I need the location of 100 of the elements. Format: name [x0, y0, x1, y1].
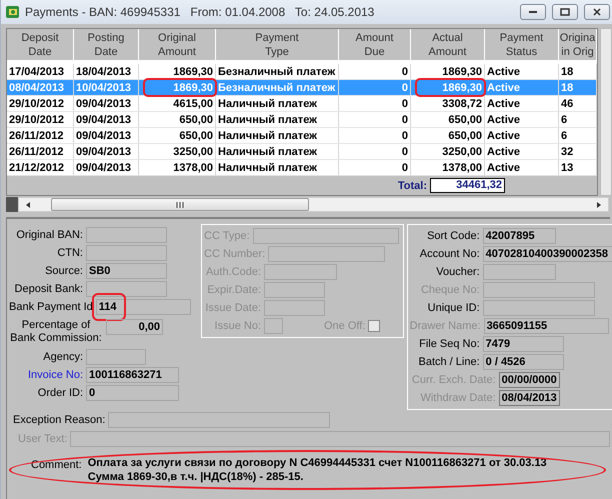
table-cell: 18	[561, 82, 574, 94]
input-field[interactable]	[86, 227, 167, 243]
input-field[interactable]	[86, 281, 167, 297]
table-cell: 0	[402, 66, 408, 78]
column-header[interactable]: Posting Date	[74, 29, 139, 61]
field-label: CTN:	[56, 247, 83, 259]
input-field[interactable]: 100116863271	[86, 367, 179, 383]
input-field[interactable]	[482, 264, 556, 280]
table-cell: Наличный платеж	[218, 130, 317, 142]
input-field[interactable]: 0 / 4526	[482, 354, 564, 370]
table-cell: Active	[487, 66, 520, 78]
input-field[interactable]: SB0	[86, 263, 167, 279]
table-cell: 1869,30	[173, 66, 213, 78]
table-cell: 21/12/2012	[9, 162, 64, 174]
table-cell: Безналичный платеж	[218, 82, 336, 94]
close-button[interactable]	[584, 4, 610, 20]
splitter-handle[interactable]	[6, 197, 18, 212]
table-cell: 650,00	[448, 114, 482, 126]
table-cell: 09/04/2013	[76, 130, 132, 142]
column-header[interactable]: Amount Due	[339, 29, 411, 61]
input-field[interactable]: 114	[96, 299, 191, 315]
table-row[interactable]: 26/11/2012 09/04/2013 650,00 Наличный платеж 0 650,00 Active 6	[7, 128, 597, 144]
table-cell: 09/04/2013	[76, 146, 132, 158]
table-row[interactable]: 17/04/2013 18/04/2013 1869,30 Безналичный платеж 0 1869,30 Active 18	[7, 64, 597, 80]
field-label: Batch / Line:	[418, 356, 480, 368]
column-header[interactable]: Origina in Orig	[559, 29, 597, 61]
input-field	[264, 282, 325, 298]
field-label: Bank Payment Id	[9, 301, 93, 313]
table-cell: 3250,00	[173, 146, 213, 158]
column-header[interactable]: Original Amount	[139, 29, 216, 61]
field-label: Sort Code:	[426, 230, 480, 242]
column-header[interactable]: Payment Type	[216, 29, 339, 61]
column-header[interactable]: Payment Status	[485, 29, 559, 61]
field-label: Voucher:	[435, 266, 480, 278]
table-cell: Active	[487, 114, 520, 126]
table-cell: 26/11/2012	[9, 146, 64, 158]
field-label: Agency:	[42, 351, 83, 363]
comment-text: Оплата за услуги связи по договору N C46994445331 счет N100116863271 от 30.03.13 Сумма 1869-30,в т.ч. |НДС(18%) - 285-15.	[88, 456, 548, 484]
table-cell: 32	[561, 146, 574, 158]
field-label: Source:	[44, 265, 83, 277]
maximize-button[interactable]	[552, 4, 578, 20]
table-row[interactable]: 26/11/2012 09/04/2013 3250,00 Наличный платеж 0 3250,00 Active 32	[7, 144, 597, 160]
table-cell: 650,00	[448, 130, 482, 142]
invoice-link[interactable]: Invoice No:	[9, 369, 83, 381]
table-cell: Active	[487, 98, 520, 110]
table-cell: 26/11/2012	[9, 130, 64, 142]
input-field[interactable]: 0,00	[106, 319, 163, 335]
input-field[interactable]	[86, 245, 167, 261]
table-cell: 1869,30	[442, 82, 482, 94]
field-label: Exception Reason:	[13, 414, 106, 426]
table-cell: 650,00	[179, 130, 213, 142]
field-label: Order ID:	[36, 387, 83, 399]
table-cell: 0	[402, 98, 408, 110]
input-field[interactable]	[482, 300, 595, 316]
table-row[interactable]: 29/10/2012 09/04/2013 4615,00 Наличный платеж 0 3308,72 Active 46	[7, 96, 597, 112]
input-field	[264, 300, 325, 316]
column-header[interactable]: Actual Amount	[411, 29, 485, 61]
table-cell: 6	[561, 114, 568, 126]
input-field	[264, 318, 283, 334]
input-field[interactable]: 7479	[482, 336, 564, 352]
table-cell: 09/04/2013	[76, 162, 132, 174]
table-cell: 3308,72	[442, 98, 482, 110]
table-cell: 650,00	[179, 114, 213, 126]
input-field[interactable]: 40702810400390002358	[482, 246, 612, 262]
field-label: Original BAN:	[15, 229, 83, 241]
window-title: Payments - BAN: 469945331 From: 01.04.2008 To: 24.05.2013	[25, 5, 376, 19]
total-label: Total:	[398, 180, 427, 192]
table-row[interactable]: 21/12/2012 09/04/2013 1378,00 Наличный платеж 0 1378,00 Active 13	[7, 160, 597, 176]
column-header[interactable]: Deposit Date	[7, 29, 74, 61]
field-label: Account No:	[418, 248, 480, 260]
table-cell: 08/04/2013	[9, 82, 64, 94]
table-cell: Наличный платеж	[218, 98, 317, 110]
input-field[interactable]	[86, 349, 146, 365]
input-field[interactable]	[108, 412, 330, 428]
table-cell: 1869,30	[173, 82, 213, 94]
table-cell: Active	[487, 130, 520, 142]
field-label: Deposit Bank:	[14, 283, 83, 295]
table-cell: 18/04/2013	[76, 66, 132, 78]
table-cell: 10/04/2013	[76, 82, 132, 94]
horizontal-scrollbar[interactable]	[18, 197, 609, 212]
table-cell: 0	[402, 146, 408, 158]
table-cell: 09/04/2013	[76, 114, 132, 126]
input-field[interactable]	[482, 282, 595, 298]
maximize-icon	[560, 8, 570, 16]
table-cell: Active	[487, 146, 520, 158]
input-field[interactable]: 42007895	[482, 228, 556, 244]
table-cell: 18	[561, 66, 574, 78]
field-label: File Seq No:	[418, 338, 480, 350]
table-row[interactable]: 29/10/2012 09/04/2013 650,00 Наличный платеж 0 650,00 Active 6	[7, 112, 597, 128]
table-cell: 09/04/2013	[76, 98, 132, 110]
field-label: Comment:	[31, 458, 82, 472]
table-cell: Безналичный платеж	[218, 66, 336, 78]
vertical-scrollbar[interactable]	[600, 28, 612, 196]
minimize-button[interactable]	[520, 4, 546, 20]
table-cell: 4615,00	[173, 98, 213, 110]
input-field[interactable]: 0	[86, 385, 179, 401]
table-cell: Наличный платеж	[218, 146, 317, 158]
table-cell: 1869,30	[442, 66, 482, 78]
table-cell: 0	[402, 162, 408, 174]
table-cell: 29/10/2012	[9, 114, 64, 126]
